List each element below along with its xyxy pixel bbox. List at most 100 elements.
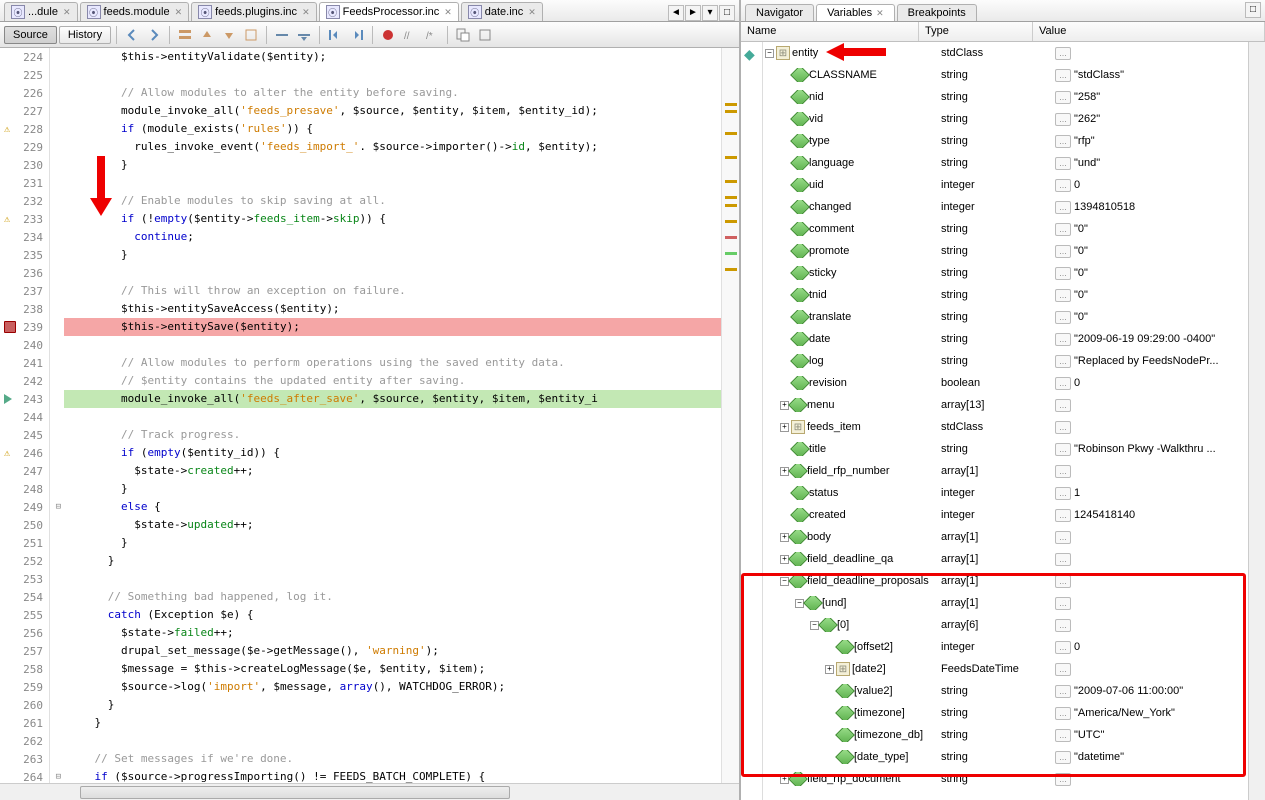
code-line[interactable]: }	[64, 156, 721, 174]
vertical-scrollbar[interactable]	[1248, 42, 1265, 800]
more-icon[interactable]	[1055, 113, 1071, 126]
line-number[interactable]: 237	[0, 282, 49, 300]
line-number[interactable]: 264	[0, 768, 49, 783]
close-tab-icon[interactable]: ✕	[175, 7, 183, 18]
refactor-down-button[interactable]	[294, 25, 314, 45]
shift-left-button[interactable]	[325, 25, 345, 45]
more-icon[interactable]	[1055, 663, 1071, 676]
more-icon[interactable]	[1055, 465, 1071, 478]
close-tab-icon[interactable]: ✕	[444, 7, 452, 18]
variable-row[interactable]: languagestring"und"	[763, 152, 1248, 174]
find-prev-button[interactable]	[197, 25, 217, 45]
more-icon[interactable]	[1055, 355, 1071, 368]
more-icon[interactable]	[1055, 157, 1071, 170]
variable-row[interactable]: − field_deadline_proposalsarray[1]	[763, 570, 1248, 592]
more-icon[interactable]	[1055, 421, 1071, 434]
comment-button[interactable]: //	[400, 25, 420, 45]
line-number[interactable]: 225	[0, 66, 49, 84]
nav-back-button[interactable]	[122, 25, 142, 45]
code-line[interactable]: // Enable modules to skip saving at all.	[64, 192, 721, 210]
more-icon[interactable]	[1055, 135, 1071, 148]
code-line[interactable]: // $entity contains the updated entity a…	[64, 372, 721, 390]
more-icon[interactable]	[1055, 377, 1071, 390]
more-icon[interactable]	[1055, 729, 1071, 742]
variable-row[interactable]: promotestring"0"	[763, 240, 1248, 262]
horizontal-scrollbar[interactable]	[0, 783, 739, 800]
code-line[interactable]: module_invoke_all('feeds_after_save', $s…	[64, 390, 721, 408]
variable-row[interactable]: CLASSNAMEstring"stdClass"	[763, 64, 1248, 86]
variable-row[interactable]: [date_type]string"datetime"	[763, 746, 1248, 768]
variable-row[interactable]: typestring"rfp"	[763, 130, 1248, 152]
col-type[interactable]: Type	[919, 22, 1033, 41]
more-icon[interactable]	[1055, 751, 1071, 764]
find-next-button[interactable]	[219, 25, 239, 45]
variable-row[interactable]: + menuarray[13]	[763, 394, 1248, 416]
code-line[interactable]: catch (Exception $e) {	[64, 606, 721, 624]
code-line[interactable]: }	[64, 714, 721, 732]
nav-fwd-button[interactable]	[144, 25, 164, 45]
line-number[interactable]: 246	[0, 444, 49, 462]
more-icon[interactable]	[1055, 201, 1071, 214]
code-line[interactable]: }	[64, 246, 721, 264]
code-line[interactable]: if (module_exists('rules')) {	[64, 120, 721, 138]
variable-row[interactable]: statusinteger1	[763, 482, 1248, 504]
col-name[interactable]: Name	[741, 22, 919, 41]
line-number[interactable]: 251	[0, 534, 49, 552]
line-number[interactable]: 252	[0, 552, 49, 570]
debug-tab-variables[interactable]: Variables✕	[816, 4, 895, 21]
variable-row[interactable]: [offset2]integer0	[763, 636, 1248, 658]
more-icon[interactable]	[1055, 223, 1071, 236]
code-line[interactable]: // Set messages if we're done.	[64, 750, 721, 768]
code-line[interactable]	[64, 264, 721, 282]
more-icon[interactable]	[1055, 575, 1071, 588]
variable-row[interactable]: revisionboolean0	[763, 372, 1248, 394]
editor-tab[interactable]: ⦿date.inc✕	[461, 2, 543, 21]
variable-row[interactable]: translatestring"0"	[763, 306, 1248, 328]
variable-row[interactable]: stickystring"0"	[763, 262, 1248, 284]
line-number[interactable]: 236	[0, 264, 49, 282]
code-line[interactable]: continue;	[64, 228, 721, 246]
expander-icon[interactable]: −	[765, 49, 774, 58]
code-line[interactable]: $message = $this->createLogMessage($e, $…	[64, 660, 721, 678]
maximize-button[interactable]: □	[719, 5, 735, 21]
more-icon[interactable]	[1055, 487, 1071, 500]
code-line[interactable]: if ($source->progressImporting() != FEED…	[64, 768, 721, 783]
code-line[interactable]: drupal_set_message($e->getMessage(), 'wa…	[64, 642, 721, 660]
line-number[interactable]: 231	[0, 174, 49, 192]
more-icon[interactable]	[1055, 245, 1071, 258]
line-number[interactable]: 247	[0, 462, 49, 480]
code-line[interactable]: $state->updated++;	[64, 516, 721, 534]
variable-row[interactable]: + [date2]FeedsDateTime	[763, 658, 1248, 680]
variable-row[interactable]: commentstring"0"	[763, 218, 1248, 240]
code-line[interactable]: $state->failed++;	[64, 624, 721, 642]
shift-right-button[interactable]	[347, 25, 367, 45]
refactor-button[interactable]	[272, 25, 292, 45]
line-number[interactable]: 260	[0, 696, 49, 714]
code-line[interactable]: $this->entitySave($entity);	[64, 318, 721, 336]
variable-row[interactable]: uidinteger0	[763, 174, 1248, 196]
uncomment-button[interactable]: /*	[422, 25, 442, 45]
more-icon[interactable]	[1055, 69, 1071, 82]
code-line[interactable]: }	[64, 534, 721, 552]
expander-icon[interactable]: +	[780, 423, 789, 432]
code-line[interactable]	[64, 570, 721, 588]
variable-row[interactable]: + field_rfp_documentstring	[763, 768, 1248, 790]
debug-tab-navigator[interactable]: Navigator	[745, 4, 814, 21]
line-number[interactable]: 254	[0, 588, 49, 606]
line-number[interactable]: 243	[0, 390, 49, 408]
more-icon[interactable]	[1055, 399, 1071, 412]
line-number[interactable]: 242	[0, 372, 49, 390]
editor-tab[interactable]: ⦿feeds.plugins.inc✕	[191, 2, 317, 21]
line-number[interactable]: 239	[0, 318, 49, 336]
line-number[interactable]: 229	[0, 138, 49, 156]
code-line[interactable]: module_invoke_all('feeds_presave', $sour…	[64, 102, 721, 120]
code-line[interactable]: $this->entitySaveAccess($entity);	[64, 300, 721, 318]
code-line[interactable]	[64, 408, 721, 426]
code-line[interactable]: }	[64, 552, 721, 570]
expander-icon[interactable]: +	[825, 665, 834, 674]
line-number[interactable]: 259	[0, 678, 49, 696]
variable-row[interactable]: createdinteger1245418140	[763, 504, 1248, 526]
variable-row[interactable]: vidstring"262"	[763, 108, 1248, 130]
line-number[interactable]: 234	[0, 228, 49, 246]
variable-row[interactable]: − [und]array[1]	[763, 592, 1248, 614]
